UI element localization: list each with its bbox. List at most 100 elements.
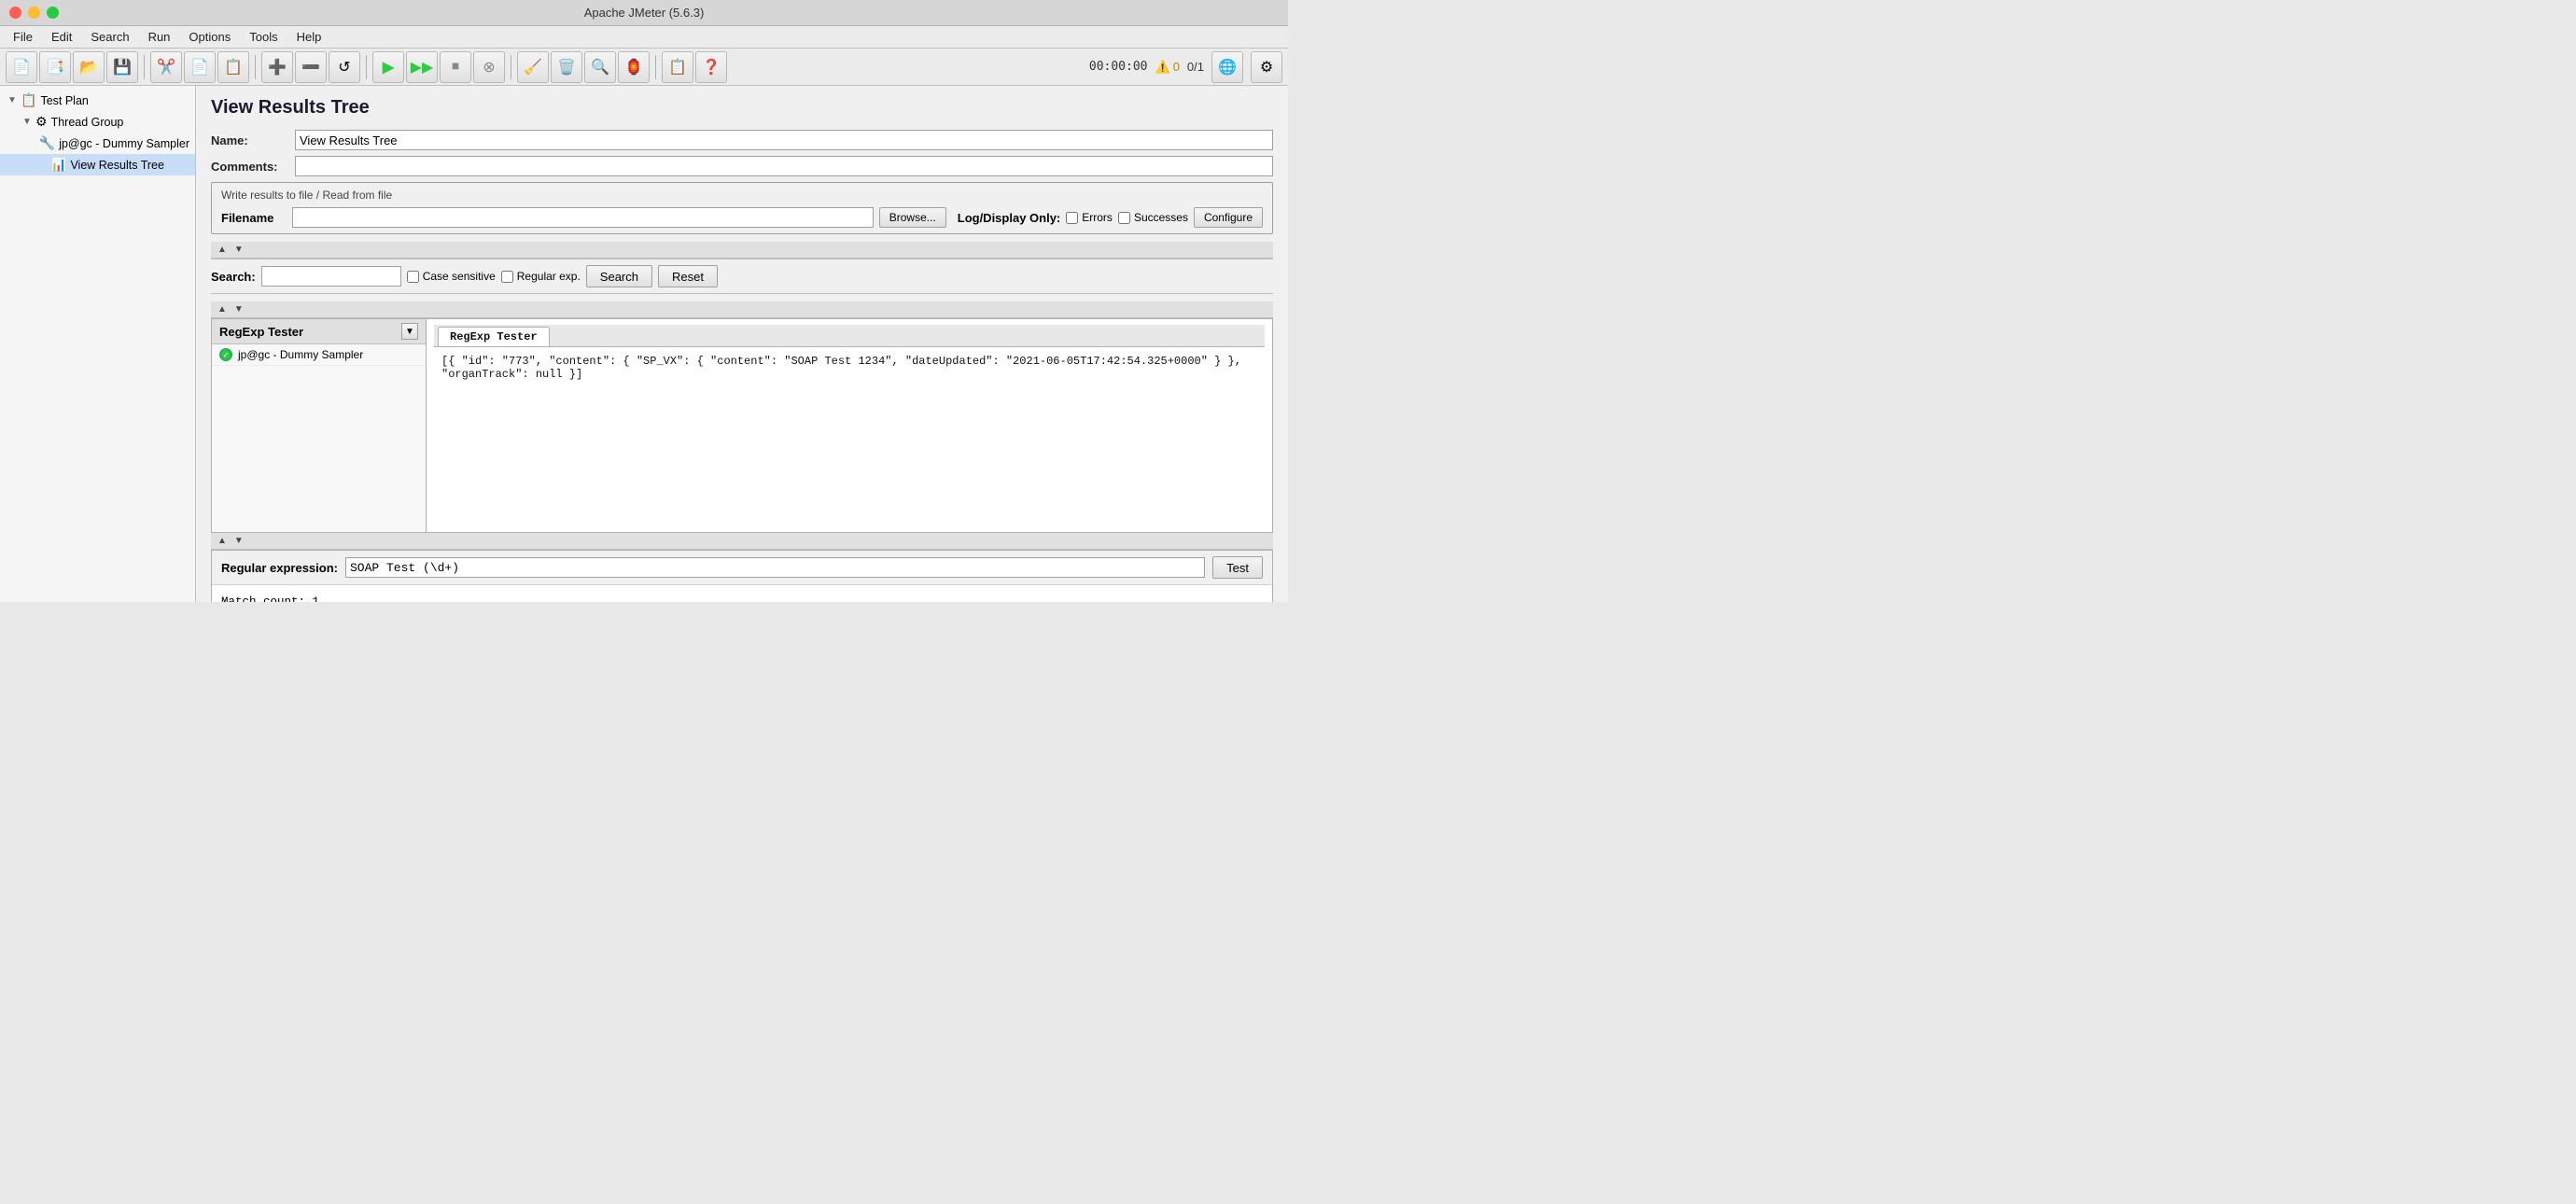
start-no-pause-button[interactable]: ▶▶ bbox=[406, 51, 438, 83]
menu-button[interactable]: 🏮 bbox=[618, 51, 650, 83]
name-row: Name: bbox=[211, 130, 1273, 150]
sampler-icon: 🔧 bbox=[39, 135, 55, 151]
panel-title: View Results Tree bbox=[211, 97, 1273, 119]
arrow-down-3[interactable]: ▼ bbox=[231, 535, 246, 547]
regular-exp-label[interactable]: Regular exp. bbox=[501, 270, 581, 283]
tree-item-sampler[interactable]: 🔧 jp@gc - Dummy Sampler bbox=[0, 133, 195, 154]
search-btn[interactable]: Search bbox=[586, 265, 652, 287]
errors-checkbox-label[interactable]: Errors bbox=[1066, 211, 1113, 224]
menu-options[interactable]: Options bbox=[179, 28, 240, 46]
list-button[interactable]: 📋 bbox=[662, 51, 693, 83]
clear-all-button[interactable]: 🗑️ bbox=[551, 51, 582, 83]
name-input[interactable] bbox=[295, 130, 1273, 150]
close-button[interactable] bbox=[9, 7, 21, 19]
filename-input[interactable] bbox=[292, 207, 874, 228]
search-button[interactable]: 🔍 bbox=[584, 51, 616, 83]
tree-item-thread-group[interactable]: ▼ ⚙ Thread Group bbox=[0, 111, 195, 133]
case-sensitive-label[interactable]: Case sensitive bbox=[407, 270, 496, 283]
menu-help[interactable]: Help bbox=[287, 28, 331, 46]
tree-item-listener[interactable]: 📊 View Results Tree bbox=[0, 154, 195, 175]
remove-button[interactable]: ➖ bbox=[295, 51, 327, 83]
separator-2 bbox=[255, 55, 256, 79]
comments-input[interactable] bbox=[295, 156, 1273, 176]
errors-checkbox[interactable] bbox=[1066, 212, 1078, 224]
shutdown-button[interactable]: ⊗ bbox=[473, 51, 505, 83]
arrow-down-1[interactable]: ▼ bbox=[231, 244, 246, 256]
comments-row: Comments: bbox=[211, 156, 1273, 176]
listener-label: View Results Tree bbox=[70, 159, 164, 172]
menu-tools[interactable]: Tools bbox=[240, 28, 287, 46]
open-templates-button[interactable]: 📑 bbox=[39, 51, 71, 83]
sample-item[interactable]: ✓ jp@gc - Dummy Sampler bbox=[212, 344, 426, 366]
response-data: [{ "id": "773", "content": { "SP_VX": { … bbox=[434, 347, 1265, 388]
search-input[interactable] bbox=[261, 266, 401, 287]
log-display-label: Log/Display Only: bbox=[958, 211, 1061, 225]
toolbar-right: 00:00:00 ⚠️ 0 0/1 🌐 ⚙ bbox=[1089, 51, 1282, 83]
reset-btn[interactable]: Reset bbox=[658, 265, 718, 287]
dropdown-button[interactable]: ▼ bbox=[401, 323, 418, 340]
menu-file[interactable]: File bbox=[4, 28, 42, 46]
expander-thread-group: ▼ bbox=[21, 117, 34, 127]
regular-exp-checkbox[interactable] bbox=[501, 271, 513, 283]
arrow-down-2[interactable]: ▼ bbox=[231, 303, 246, 315]
file-group: Write results to file / Read from file F… bbox=[211, 182, 1273, 234]
right-panel: View Results Tree Name: Comments: Write … bbox=[196, 86, 1288, 602]
regexp-tester-tab[interactable]: RegExp Tester bbox=[438, 327, 550, 346]
save-button[interactable]: 💾 bbox=[106, 51, 138, 83]
arrow-up-1[interactable]: ▲ bbox=[215, 244, 230, 256]
separator-5 bbox=[655, 55, 656, 79]
menu-bar: File Edit Search Run Options Tools Help bbox=[0, 26, 1288, 49]
bottom-panel: Regular expression: Test Match count: 1 … bbox=[211, 550, 1273, 602]
successes-checkbox[interactable] bbox=[1118, 212, 1130, 224]
match-count: Match count: 1 bbox=[221, 593, 1263, 602]
case-sensitive-text: Case sensitive bbox=[423, 270, 496, 283]
menu-edit[interactable]: Edit bbox=[42, 28, 81, 46]
progress-display: 0/1 bbox=[1187, 60, 1204, 74]
results-left-header: RegExp Tester ▼ bbox=[212, 319, 426, 344]
menu-run[interactable]: Run bbox=[139, 28, 180, 46]
arrow-up-3[interactable]: ▲ bbox=[215, 535, 230, 547]
open-button[interactable]: 📂 bbox=[73, 51, 105, 83]
menu-search[interactable]: Search bbox=[81, 28, 138, 46]
successes-checkbox-label[interactable]: Successes bbox=[1118, 211, 1188, 224]
browse-button[interactable]: Browse... bbox=[879, 207, 946, 228]
case-sensitive-checkbox[interactable] bbox=[407, 271, 419, 283]
regexp-row: Regular expression: Test bbox=[212, 551, 1272, 585]
search-row: Search: Case sensitive Regular exp. Sear… bbox=[211, 259, 1273, 294]
errors-label: Errors bbox=[1082, 211, 1113, 224]
clear-button[interactable]: 🧹 bbox=[517, 51, 549, 83]
configure-button[interactable]: Configure bbox=[1194, 207, 1263, 228]
minimize-button[interactable] bbox=[28, 7, 40, 19]
arrow-up-2[interactable]: ▲ bbox=[215, 303, 230, 315]
undo-button[interactable]: ↺ bbox=[329, 51, 360, 83]
regexp-input[interactable] bbox=[345, 557, 1205, 578]
test-plan-icon: 📋 bbox=[21, 92, 36, 108]
name-label: Name: bbox=[211, 133, 295, 147]
tab-bar: RegExp Tester bbox=[434, 325, 1265, 347]
cut-button[interactable]: ✂️ bbox=[150, 51, 182, 83]
warning-count: 0 bbox=[1173, 60, 1180, 74]
expander-test-plan: ▼ bbox=[6, 95, 19, 105]
test-button[interactable]: Test bbox=[1212, 556, 1263, 579]
help-button[interactable]: ❓ bbox=[695, 51, 727, 83]
new-button[interactable]: 📄 bbox=[6, 51, 37, 83]
maximize-button[interactable] bbox=[47, 7, 59, 19]
regexp-tester-title-left: RegExp Tester bbox=[219, 325, 303, 339]
results-right: RegExp Tester [{ "id": "773", "content":… bbox=[427, 319, 1272, 532]
start-button[interactable]: ▶ bbox=[372, 51, 404, 83]
tree-item-test-plan[interactable]: ▼ 📋 Test Plan bbox=[0, 90, 195, 111]
warning-icon: ⚠️ bbox=[1155, 60, 1170, 75]
comments-label: Comments: bbox=[211, 160, 295, 174]
stop-button[interactable]: ⏹ bbox=[440, 51, 471, 83]
network-button[interactable]: 🌐 bbox=[1211, 51, 1243, 83]
regular-exp-text: Regular exp. bbox=[517, 270, 581, 283]
extra-button[interactable]: ⚙ bbox=[1251, 51, 1282, 83]
add-button[interactable]: ➕ bbox=[261, 51, 293, 83]
divider-1: ▲ ▼ bbox=[211, 242, 1273, 259]
success-icon: ✓ bbox=[219, 348, 232, 361]
separator-3 bbox=[366, 55, 367, 79]
copy-button[interactable]: 📄 bbox=[184, 51, 216, 83]
paste-button[interactable]: 📋 bbox=[217, 51, 249, 83]
regexp-label: Regular expression: bbox=[221, 561, 338, 575]
divider-3: ▲ ▼ bbox=[211, 533, 1273, 550]
